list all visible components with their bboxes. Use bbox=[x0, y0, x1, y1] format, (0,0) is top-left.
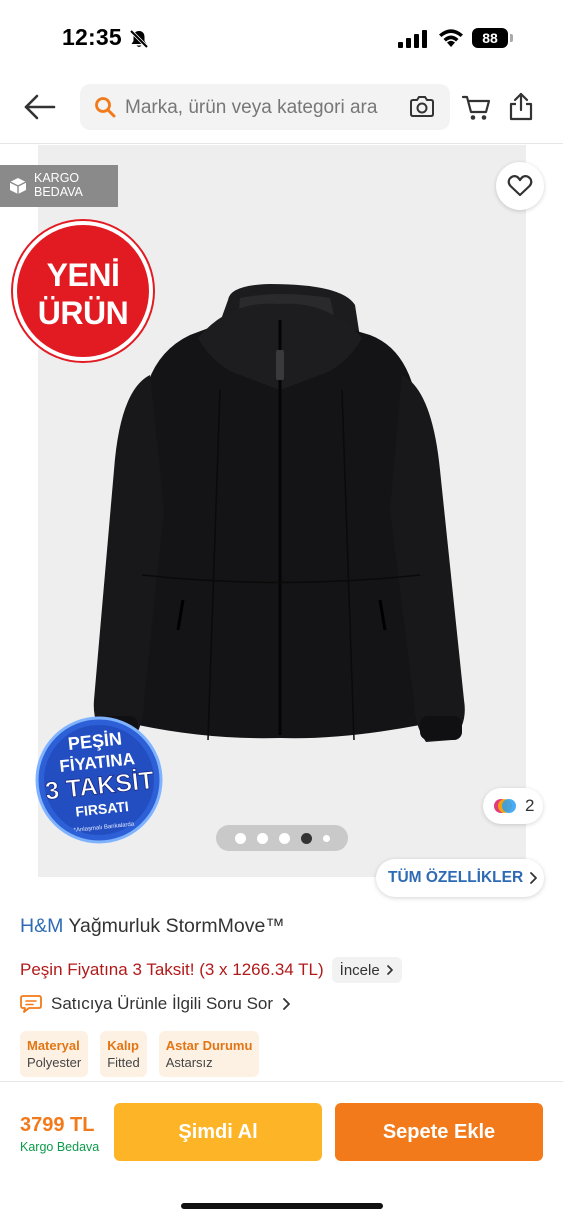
attribute-value: Fitted bbox=[107, 1055, 140, 1070]
pager-dot-active[interactable] bbox=[300, 832, 312, 844]
pager-dot[interactable] bbox=[278, 832, 290, 844]
battery-level: 88 bbox=[482, 30, 498, 46]
new-badge-line1: YENİ bbox=[46, 257, 120, 293]
all-features-label: TÜM ÖZELLİKLER bbox=[388, 869, 524, 886]
status-bar: 12:35 88 bbox=[0, 0, 563, 72]
battery-indicator: 88 bbox=[472, 28, 508, 48]
image-pager[interactable] bbox=[216, 825, 348, 851]
installment-row: Peşin Fiyatına 3 Taksit! (3 x 1266.34 TL… bbox=[20, 957, 402, 983]
cellular-signal-icon bbox=[398, 30, 427, 48]
share-icon[interactable] bbox=[508, 92, 534, 122]
favorite-button[interactable] bbox=[496, 162, 544, 210]
add-to-cart-button[interactable]: Sepete Ekle bbox=[335, 1103, 543, 1161]
chevron-right-icon bbox=[386, 965, 393, 975]
attribute-name: Kalıp bbox=[107, 1038, 139, 1053]
bottom-action-bar: 3799 TL Kargo Bedava Şimdi Al Sepete Ekl… bbox=[0, 1081, 563, 1219]
attribute-chip: Kalıp Fitted bbox=[100, 1031, 147, 1077]
product-title: H&M Yağmurluk StormMove™ bbox=[20, 915, 285, 938]
search-input[interactable]: Marka, ürün veya kategori ara bbox=[80, 84, 450, 130]
buy-now-label: Şimdi Al bbox=[178, 1120, 258, 1143]
new-badge-line2: ÜRÜN bbox=[37, 295, 129, 331]
pager-dot[interactable] bbox=[322, 834, 330, 842]
product-price: 3799 TL bbox=[20, 1114, 95, 1136]
search-placeholder: Marka, ürün veya kategori ara bbox=[125, 97, 378, 118]
top-navigation: Marka, ürün veya kategori ara bbox=[0, 72, 563, 144]
new-product-badge: YENİ ÜRÜN bbox=[13, 221, 153, 361]
attribute-chip: Materyal Polyester bbox=[20, 1031, 89, 1077]
battery-cap bbox=[510, 34, 513, 42]
cart-icon[interactable] bbox=[462, 94, 492, 122]
attribute-value: Polyester bbox=[27, 1055, 82, 1070]
free-cargo-label: Kargo Bedava bbox=[20, 1140, 100, 1154]
color-options-chip[interactable]: 2 bbox=[483, 788, 543, 824]
color-count: 2 bbox=[525, 796, 535, 815]
add-to-cart-label: Sepete Ekle bbox=[382, 1120, 496, 1143]
chevron-right-icon bbox=[283, 998, 290, 1010]
bell-muted-icon bbox=[129, 29, 149, 49]
buy-now-button[interactable]: Şimdi Al bbox=[114, 1103, 322, 1161]
heart-icon bbox=[507, 174, 533, 197]
installment-text: Peşin Fiyatına 3 Taksit! (3 x 1266.34 TL… bbox=[20, 960, 324, 979]
attribute-name: Materyal bbox=[27, 1038, 80, 1053]
incele-label: İncele bbox=[339, 961, 380, 979]
search-icon bbox=[95, 97, 116, 118]
chevron-right-icon bbox=[530, 872, 538, 884]
pager-dot[interactable] bbox=[234, 832, 246, 844]
attribute-value: Astarsız bbox=[165, 1055, 213, 1070]
status-time: 12:35 bbox=[62, 24, 122, 50]
ask-seller-label: Satıcıya Ürünle İlgili Soru Sor bbox=[51, 994, 274, 1013]
product-image-jacket[interactable] bbox=[80, 280, 472, 760]
product-image-gallery[interactable]: KARGO BEDAVA YENİ ÜRÜN PEŞİN FİYATINA 3 … bbox=[0, 145, 563, 877]
home-indicator[interactable] bbox=[181, 1203, 383, 1209]
box-icon bbox=[9, 178, 27, 194]
incele-button[interactable]: İncele bbox=[331, 957, 402, 983]
all-features-button[interactable]: TÜM ÖZELLİKLER bbox=[376, 859, 544, 897]
camera-icon[interactable] bbox=[408, 95, 436, 119]
back-arrow-icon[interactable] bbox=[22, 92, 58, 122]
attribute-name: Astar Durumu bbox=[165, 1038, 253, 1053]
attribute-chip: Astar Durumu Astarsız bbox=[158, 1031, 260, 1077]
product-brand-link[interactable]: H&M bbox=[20, 915, 63, 937]
product-attributes: Materyal Polyester Kalıp Fitted Astar Du… bbox=[20, 1031, 260, 1077]
color-circles-icon bbox=[494, 799, 516, 813]
free-cargo-badge: KARGO BEDAVA bbox=[0, 165, 118, 207]
pager-dot[interactable] bbox=[256, 832, 268, 844]
wifi-icon bbox=[439, 29, 463, 47]
cargo-badge-line1: KARGO bbox=[34, 171, 80, 185]
installment-promo-badge: PEŞİN FİYATINA 3 TAKSİT FIRSATI *Anlaşma… bbox=[35, 716, 163, 844]
product-name: Yağmurluk StormMove™ bbox=[68, 915, 285, 937]
cargo-badge-line2: BEDAVA bbox=[34, 185, 83, 199]
ask-seller-link[interactable]: Satıcıya Ürünle İlgili Soru Sor bbox=[20, 994, 292, 1014]
chat-bubble-icon bbox=[20, 995, 42, 1013]
